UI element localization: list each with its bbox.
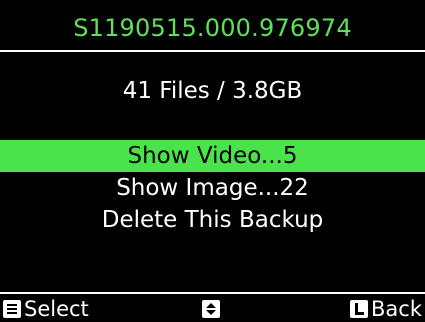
- menu-item-show-video[interactable]: Show Video...5: [0, 140, 425, 172]
- select-label: Select: [24, 297, 89, 321]
- navigate-hint[interactable]: [202, 296, 220, 322]
- backup-menu: Show Video...5 Show Image...22 Delete Th…: [0, 140, 425, 236]
- file-summary: 41 Files / 3.8GB: [122, 78, 303, 104]
- menu-item-delete-backup[interactable]: Delete This Backup: [0, 204, 425, 236]
- back-hint[interactable]: Back: [350, 296, 422, 322]
- footer-divider: [0, 292, 425, 294]
- l-key-icon: [350, 300, 369, 318]
- menu-key-icon: [3, 300, 21, 318]
- back-label: Back: [371, 297, 422, 321]
- backup-title: S1190515.000.976974: [73, 14, 352, 42]
- backup-detail-screen: S1190515.000.976974 41 Files / 3.8GB Sho…: [0, 0, 425, 322]
- title-divider: [0, 50, 425, 52]
- menu-item-show-image[interactable]: Show Image...22: [0, 172, 425, 204]
- button-hint-bar: Select Back: [0, 296, 425, 322]
- up-down-key-icon: [202, 300, 220, 318]
- select-hint[interactable]: Select: [3, 296, 89, 322]
